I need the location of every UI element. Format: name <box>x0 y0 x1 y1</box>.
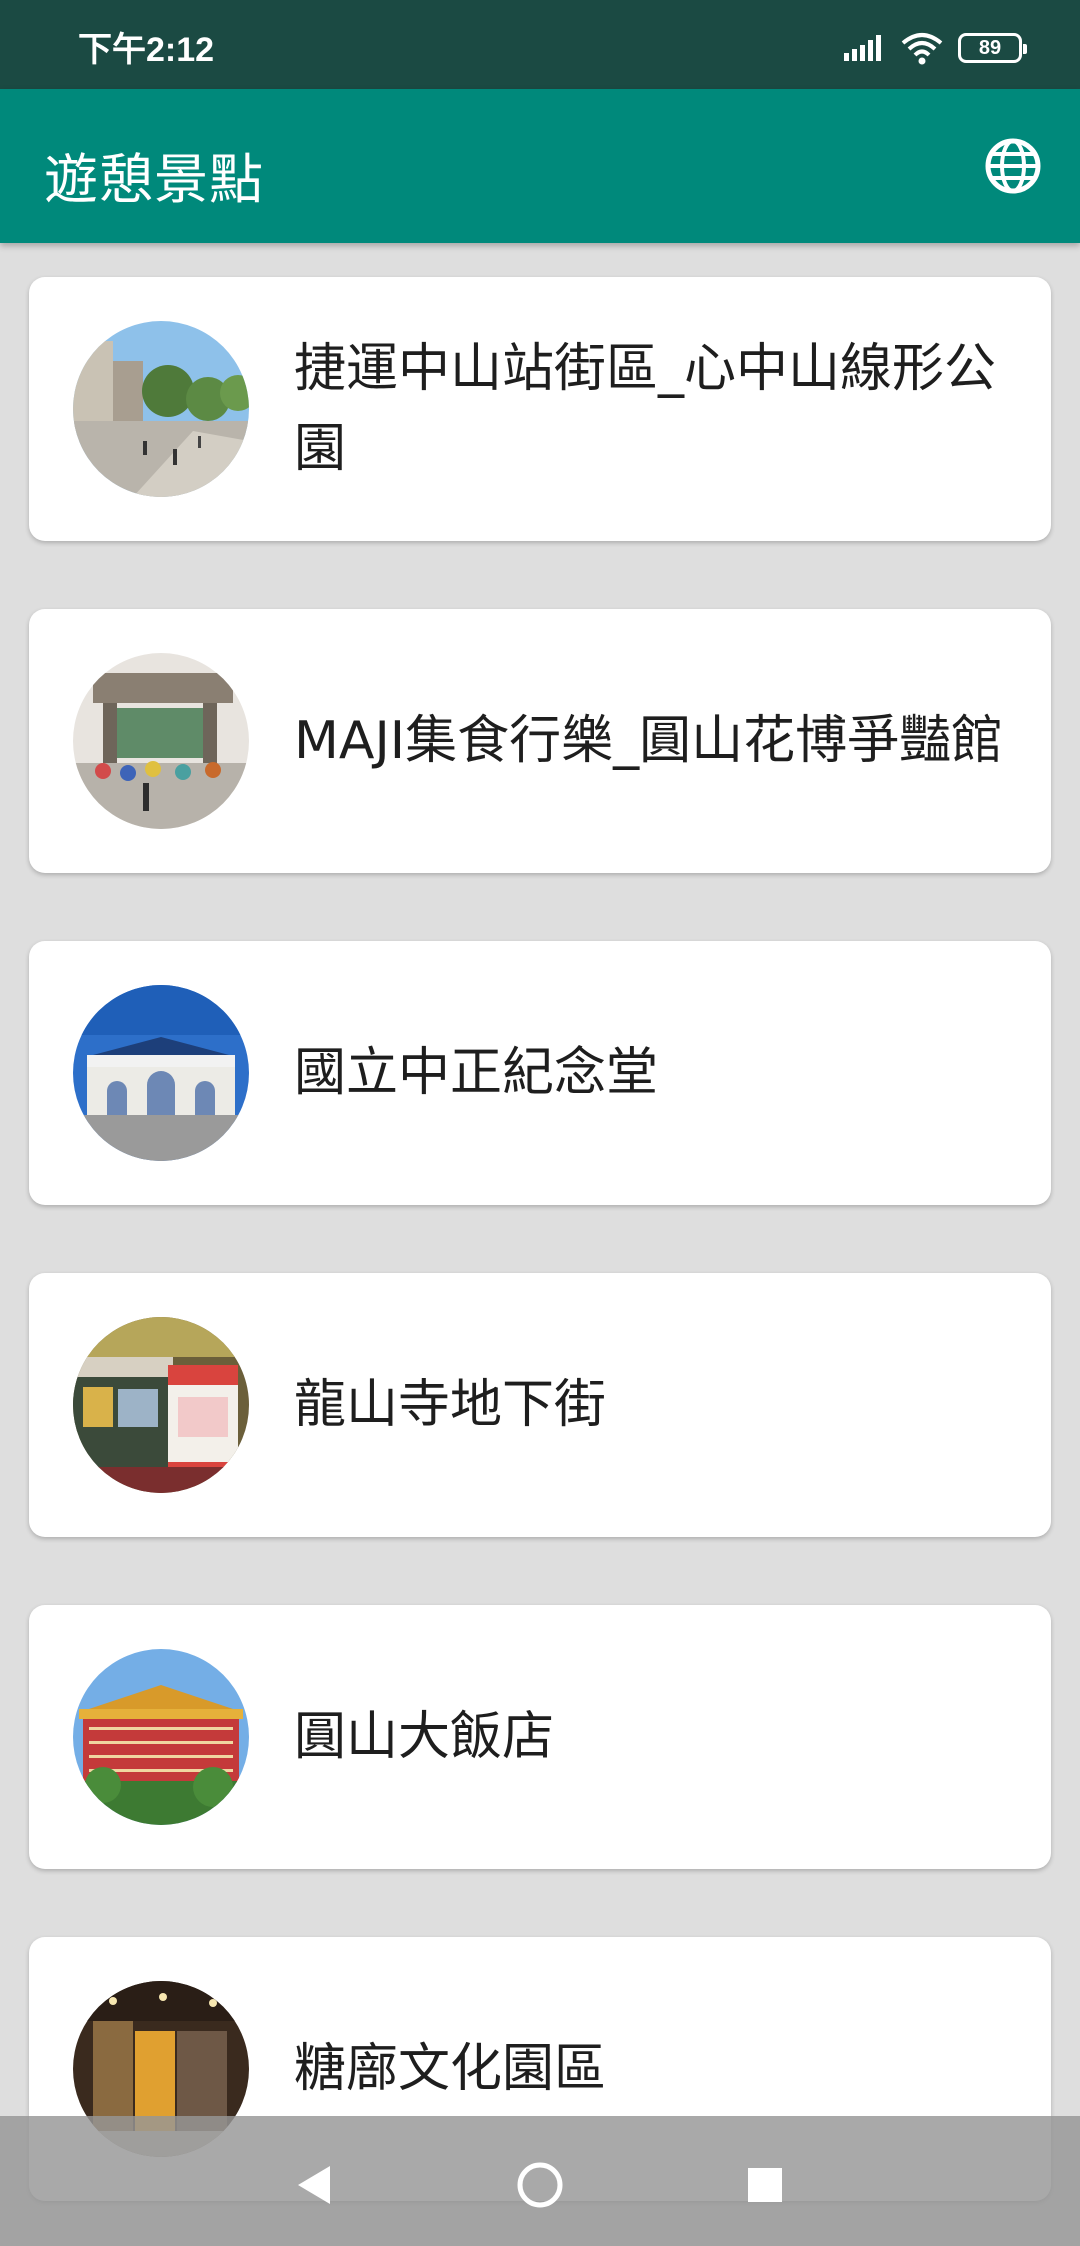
attraction-card[interactable]: 龍山寺地下街 <box>29 1273 1051 1537</box>
attraction-name: 捷運中山站街區_心中山線形公園 <box>294 339 997 479</box>
memorial-gate-photo <box>73 985 249 1161</box>
attraction-thumbnail <box>73 321 249 497</box>
attraction-name: MAJI集食行樂_圓山花博爭豔館 <box>294 711 1004 771</box>
attraction-thumbnail <box>73 653 249 829</box>
attraction-thumbnail <box>73 1317 249 1493</box>
grand-hotel-photo <box>73 1649 249 1825</box>
signal-icon <box>844 35 881 61</box>
back-icon <box>298 2166 330 2204</box>
wifi-icon <box>901 33 943 65</box>
attraction-card[interactable]: 捷運中山站街區_心中山線形公園 <box>29 277 1051 541</box>
battery-indicator: 89 <box>958 33 1027 63</box>
page-title: 遊憩景點 <box>44 148 264 211</box>
home-icon <box>517 2162 563 2208</box>
attraction-card[interactable]: 國立中正紀念堂 <box>29 941 1051 1205</box>
status-icons: 89 <box>842 28 1027 68</box>
app-bar: 遊憩景點 <box>0 89 1080 243</box>
attraction-thumbnail <box>73 985 249 1161</box>
attraction-name: 龍山寺地下街 <box>294 1375 607 1435</box>
navigation-bar <box>0 2116 1080 2246</box>
language-button[interactable] <box>982 135 1044 197</box>
underground-mall-photo <box>73 1317 249 1493</box>
status-bar: 下午2:12 89 <box>0 0 1080 89</box>
street-park-photo <box>73 321 249 497</box>
attraction-name: 國立中正紀念堂 <box>294 1043 659 1103</box>
attraction-card[interactable]: MAJI集食行樂_圓山花博爭豔館 <box>29 609 1051 873</box>
home-button[interactable] <box>515 2160 565 2210</box>
battery-level: 89 <box>978 36 1002 59</box>
attraction-thumbnail <box>73 1649 249 1825</box>
attraction-card[interactable]: 圓山大飯店 <box>29 1605 1051 1869</box>
recents-icon <box>748 2168 782 2202</box>
globe-icon <box>985 138 1041 194</box>
recents-button[interactable] <box>740 2160 790 2210</box>
market-entrance-photo <box>73 653 249 829</box>
attraction-name: 圓山大飯店 <box>294 1707 555 1767</box>
back-button[interactable] <box>290 2160 340 2210</box>
status-time: 下午2:12 <box>78 31 215 69</box>
